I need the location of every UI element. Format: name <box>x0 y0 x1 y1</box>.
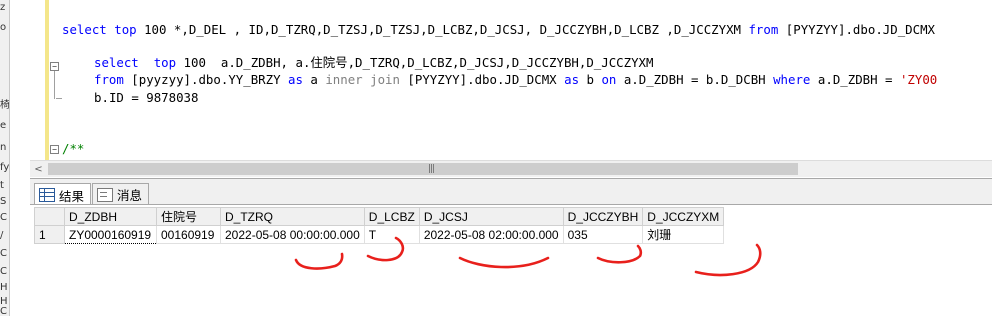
row-number[interactable]: 1 <box>34 225 65 244</box>
tab-results-label: 结果 <box>59 188 85 204</box>
collapse-guide-end <box>56 98 62 99</box>
subquery-line-2: from [pyyzyy].dbo.YY_BRZY as a inner joi… <box>94 72 938 87</box>
tab-messages-label: 消息 <box>117 188 143 203</box>
adjacent-window-char: C <box>0 248 7 259</box>
cell-d-jcczyxm[interactable]: 刘珊 <box>642 225 725 244</box>
adjacent-window-char: t <box>0 180 4 191</box>
column-header-d-zdbh[interactable]: D_ZDBH <box>64 207 157 226</box>
adjacent-window-char: C <box>0 212 7 223</box>
adjacent-window-char: / <box>0 230 4 241</box>
corner-header[interactable] <box>34 207 65 226</box>
adjacent-window-char: fy <box>0 162 10 173</box>
collapse-toggle-subquery[interactable]: − <box>50 62 59 71</box>
change-indicator-bar <box>45 0 49 160</box>
column-header-d-lcbz[interactable]: D_LCBZ <box>363 207 420 226</box>
results-grid[interactable]: D_ZDBH 住院号 D_TZRQ D_LCBZ D_JCSJ D_JCCZYB… <box>30 204 992 316</box>
query-line-1: select top 100 *,D_DEL , ID,D_TZRQ,D_TZS… <box>62 22 935 37</box>
column-header-d-jcczyxm[interactable]: D_JCCZYXM <box>642 207 725 226</box>
messages-document-icon <box>97 187 113 202</box>
column-header-d-jcsj[interactable]: D_JCSJ <box>418 207 564 226</box>
cell-d-lcbz[interactable]: T <box>363 225 420 244</box>
results-grid-icon <box>39 188 55 202</box>
collapse-toggle-comment[interactable]: − <box>50 145 59 154</box>
adjacent-window-char: e <box>0 120 7 131</box>
cell-d-tzrq[interactable]: 2022-05-08 00:00:00.000 <box>220 225 365 244</box>
cell-zhuyuanhao[interactable]: 00160919 <box>156 225 221 244</box>
tab-results[interactable]: 结果 <box>34 183 92 206</box>
adjacent-window-char: 椅 <box>0 100 10 111</box>
editor-horizontal-scrollbar[interactable]: < ||| <box>30 160 992 177</box>
column-header-d-tzrq[interactable]: D_TZRQ <box>220 207 365 226</box>
scrollbar-thumb[interactable]: ||| <box>48 163 798 175</box>
results-panel: 结果 消息 D_ZDBH 住院号 D_TZRQ D_LCBZ D_JCSJ D_… <box>30 178 992 316</box>
adjacent-window-char: C <box>0 306 7 316</box>
subquery-line-3: b.ID = 9878038 <box>94 90 199 105</box>
adjacent-window-edge: z o 椅 e n fy t S C / C C H H C <box>0 0 10 316</box>
column-header-zhuyuanhao[interactable]: 住院号 <box>156 207 221 226</box>
subquery-line-1: select top 100 a.D_ZDBH, a.住院号,D_TZRQ,D_… <box>94 55 654 70</box>
adjacent-window-char: z <box>0 2 6 13</box>
adjacent-window-char: n <box>0 142 7 153</box>
table-row[interactable]: 1 ZY0000160919 00160919 2022-05-08 00:00… <box>34 225 725 244</box>
adjacent-window-char: o <box>0 22 7 33</box>
cell-d-zdbh[interactable]: ZY0000160919 <box>64 225 157 244</box>
adjacent-window-char: H <box>0 282 8 293</box>
scroll-left-arrow-icon[interactable]: < <box>30 161 47 178</box>
comment-line: /** <box>62 141 85 156</box>
cell-d-jcsj[interactable]: 2022-05-08 02:00:00.000 <box>418 225 564 244</box>
cell-d-jcczybh[interactable]: 035 <box>562 225 644 244</box>
column-header-d-jcczybh[interactable]: D_JCCZYBH <box>562 207 644 226</box>
collapse-guide-line <box>54 71 55 99</box>
adjacent-window-char: C <box>0 266 7 277</box>
results-header-row: D_ZDBH 住院号 D_TZRQ D_LCBZ D_JCSJ D_JCCZYB… <box>34 207 725 226</box>
results-table: D_ZDBH 住院号 D_TZRQ D_LCBZ D_JCSJ D_JCCZYB… <box>34 207 725 244</box>
tab-messages[interactable]: 消息 <box>92 183 150 205</box>
adjacent-window-char: S <box>0 196 7 207</box>
scrollbar-grip-icon: ||| <box>428 164 435 174</box>
results-tabbar: 结果 消息 <box>30 181 992 206</box>
